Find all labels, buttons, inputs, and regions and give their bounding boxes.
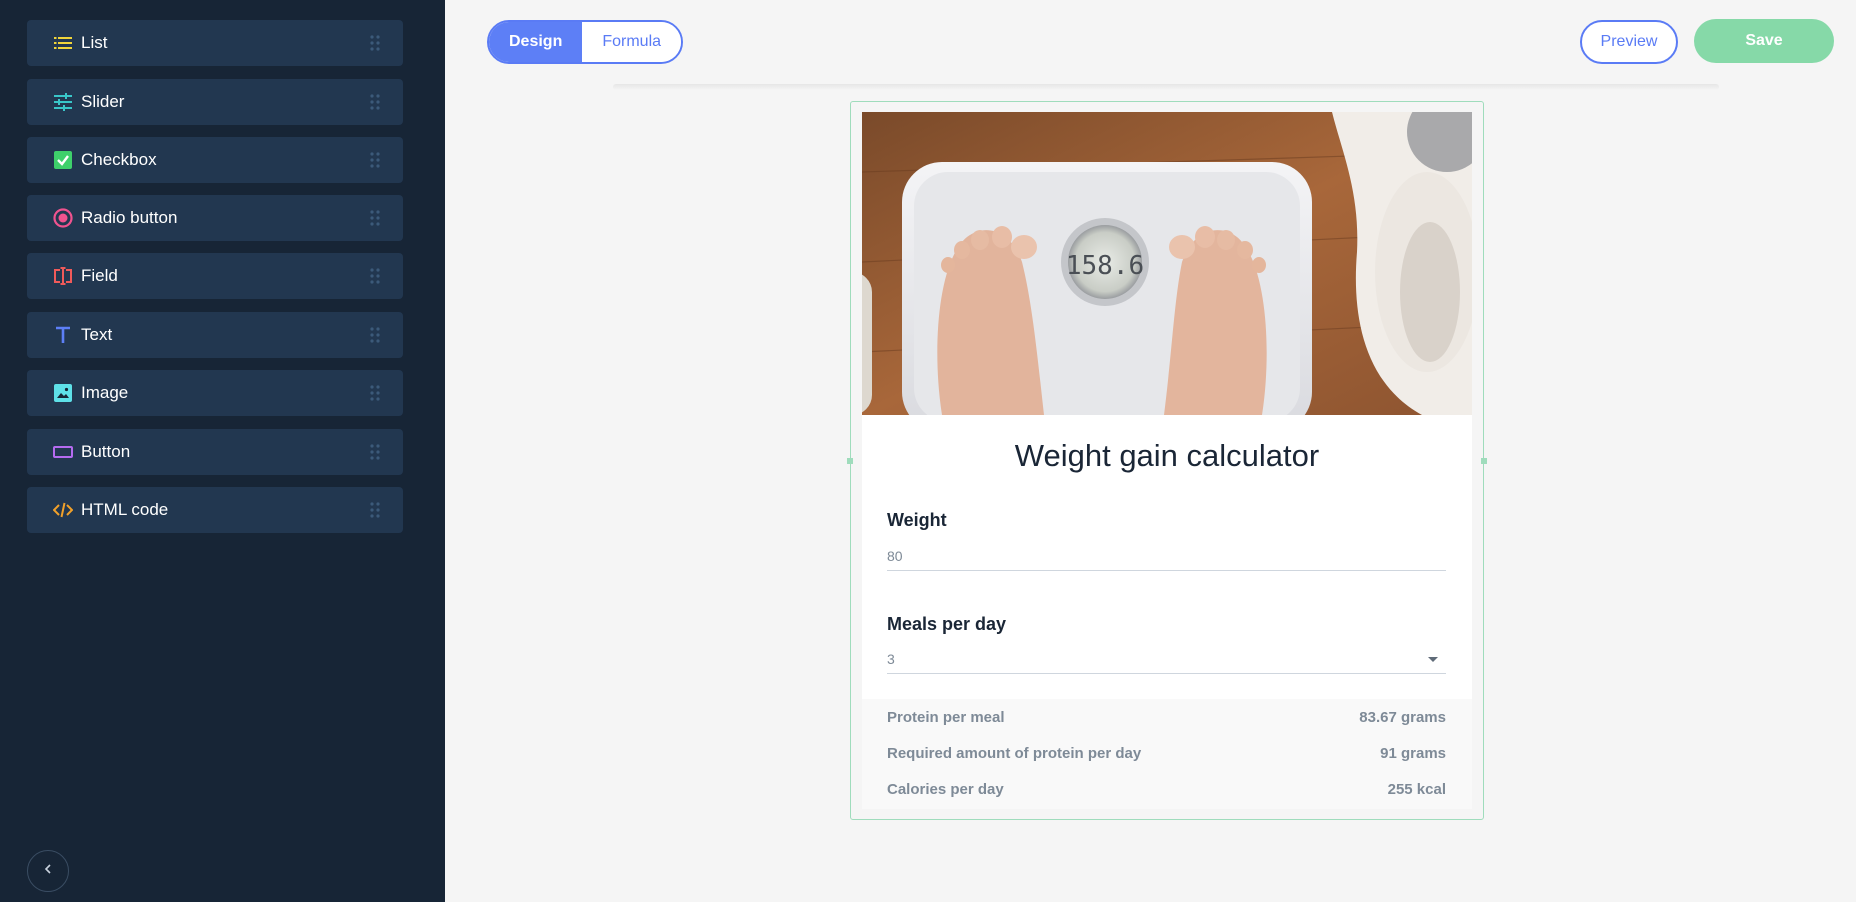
- tab-design[interactable]: Design: [489, 22, 583, 62]
- chevron-down-icon: [1428, 657, 1438, 662]
- sidebar-item-label: Field: [81, 266, 118, 285]
- header-image: 158.6: [862, 112, 1472, 415]
- drag-handle-icon[interactable]: [369, 443, 381, 461]
- sidebar-item-label: Text: [81, 325, 113, 344]
- resize-handle-right[interactable]: [1481, 458, 1487, 464]
- result-label: Protein per meal: [887, 709, 1005, 726]
- resize-handle-left[interactable]: [847, 458, 853, 464]
- checkbox-icon: [53, 150, 73, 170]
- chevron-left-icon: [43, 862, 53, 880]
- toolbar-divider: [613, 84, 1719, 90]
- drag-handle-icon[interactable]: [369, 501, 381, 519]
- sidebar-item-image[interactable]: Image: [27, 370, 403, 416]
- sidebar-item-label: List: [81, 33, 108, 52]
- list-icon: [53, 33, 73, 53]
- drag-handle-icon[interactable]: [369, 267, 381, 285]
- result-row: Protein per meal 83.67 grams: [887, 709, 1446, 726]
- field-icon: [53, 266, 73, 286]
- sidebar-item-radio-button[interactable]: Radio button: [27, 195, 403, 241]
- sidebar-item-label: Checkbox: [81, 150, 157, 169]
- component-sidebar: List Slider Checkbox Radio button Field: [0, 0, 445, 902]
- result-row: Required amount of protein per day 91 gr…: [887, 745, 1446, 762]
- meals-per-day-label: Meals per day: [887, 614, 1007, 634]
- weight-value: 80: [887, 547, 903, 564]
- image-icon: [53, 383, 73, 403]
- radio-button-icon: [53, 208, 73, 228]
- mode-tabs: Design Formula: [487, 20, 684, 64]
- calculator-title: Weight gain calculator: [1014, 438, 1320, 473]
- result-value: 83.67 grams: [1359, 709, 1446, 726]
- result-label: Calories per day: [887, 781, 1004, 798]
- meals-per-day-value: 3: [887, 650, 895, 667]
- meals-per-day-select[interactable]: 3: [887, 644, 1446, 674]
- drag-handle-icon[interactable]: [369, 151, 381, 169]
- sidebar-item-label: Radio button: [81, 208, 178, 227]
- drag-handle-icon[interactable]: [369, 34, 381, 52]
- sidebar-item-checkbox[interactable]: Checkbox: [27, 137, 403, 183]
- weight-label: Weight: [887, 510, 947, 530]
- slider-icon: [53, 92, 73, 112]
- sidebar-item-button[interactable]: Button: [27, 429, 403, 475]
- results-panel: Protein per meal 83.67 grams Required am…: [862, 699, 1472, 809]
- scale-readout: 158.6: [1066, 251, 1144, 281]
- result-value: 255 kcal: [1387, 781, 1446, 798]
- drag-handle-icon[interactable]: [369, 384, 381, 402]
- result-value: 91 grams: [1380, 745, 1446, 762]
- result-row: Calories per day 255 kcal: [887, 781, 1446, 798]
- sidebar-item-label: Button: [81, 442, 131, 461]
- sidebar-item-text[interactable]: Text: [27, 312, 403, 358]
- result-label: Required amount of protein per day: [887, 745, 1142, 762]
- drag-handle-icon[interactable]: [369, 93, 381, 111]
- sidebar-item-field[interactable]: Field: [27, 253, 403, 299]
- collapse-sidebar-button[interactable]: [27, 850, 69, 892]
- save-button[interactable]: Save: [1694, 19, 1834, 63]
- button-icon: [53, 442, 73, 462]
- sidebar-item-html-code[interactable]: HTML code: [27, 487, 403, 533]
- preview-button[interactable]: Preview: [1580, 20, 1678, 64]
- sidebar-item-label: Image: [81, 383, 129, 402]
- html-code-icon: [53, 500, 73, 520]
- tab-formula[interactable]: Formula: [582, 22, 682, 62]
- drag-handle-icon[interactable]: [369, 326, 381, 344]
- weight-field[interactable]: 80: [887, 541, 1446, 571]
- sidebar-item-label: Slider: [81, 92, 125, 111]
- sidebar-item-list[interactable]: List: [27, 20, 403, 66]
- text-icon: [53, 325, 73, 345]
- sidebar-item-label: HTML code: [81, 500, 169, 519]
- calculator-widget: 158.6 Weight gain calculator Weight 80 M…: [862, 112, 1472, 809]
- sidebar-item-slider[interactable]: Slider: [27, 79, 403, 125]
- drag-handle-icon[interactable]: [369, 209, 381, 227]
